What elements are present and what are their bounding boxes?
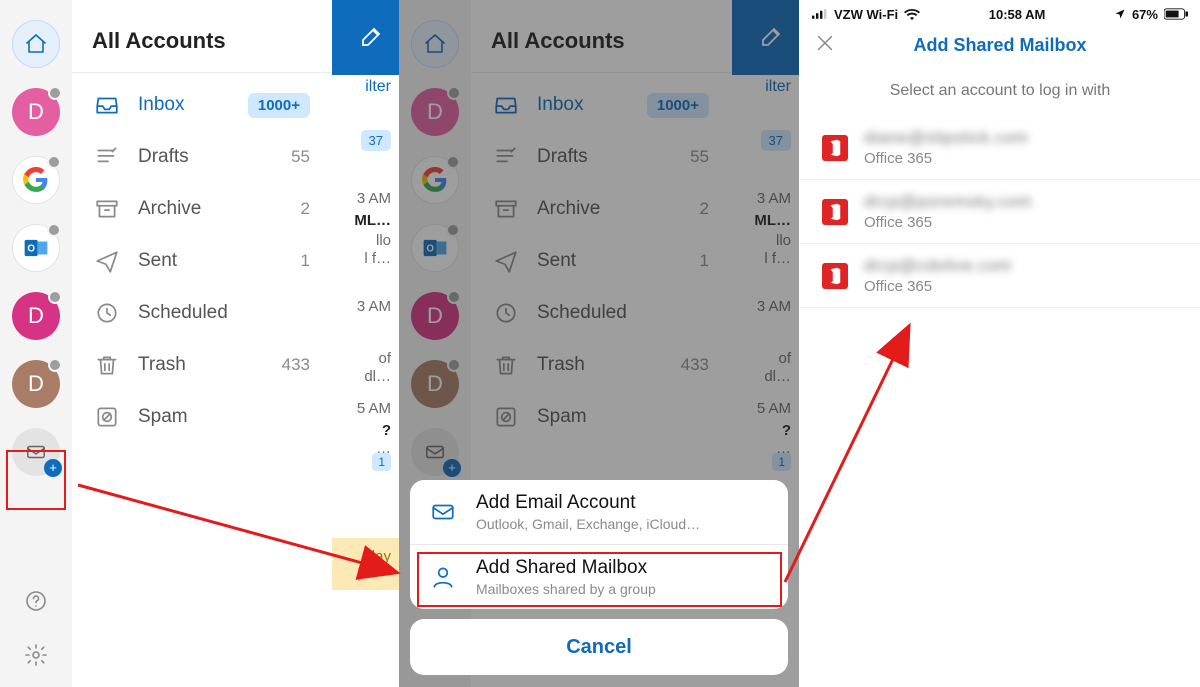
inbox-count: 1000+	[248, 93, 310, 118]
flag-icon: ⚑	[355, 565, 371, 586]
screen-1: D O D D + All Accounts Inbox 1000+ Draft…	[0, 0, 399, 687]
accounts-strip: D O D D +	[0, 0, 72, 687]
account-row[interactable]: diane@slipstick.comOffice 365	[800, 116, 1200, 180]
cancel-button[interactable]: Cancel	[410, 619, 788, 675]
spam-icon	[94, 404, 120, 430]
account-row[interactable]: drcp@cdolive.comOffice 365	[800, 244, 1200, 308]
compose-icon[interactable]	[359, 25, 383, 49]
screen-2: D O D D + All Accounts Inbox1000+ Drafts…	[399, 0, 799, 687]
signal-icon	[812, 8, 828, 20]
account-avatar[interactable]: D	[12, 88, 60, 136]
folder-drafts[interactable]: Drafts55	[72, 131, 332, 183]
office-icon	[822, 135, 848, 161]
screen-3: VZW Wi-Fi 10:58 AM 67% Add Shared Mailbo…	[800, 0, 1200, 687]
inbox-icon	[94, 92, 120, 118]
home-icon	[24, 32, 48, 56]
google-icon	[23, 167, 49, 193]
account-row[interactable]: drcp@poremsky.comOffice 365	[800, 180, 1200, 244]
archive-icon	[94, 196, 120, 222]
battery-icon	[1164, 8, 1188, 20]
account-google[interactable]	[12, 156, 60, 204]
status-time: 10:58 AM	[989, 7, 1046, 22]
outlook-icon: O	[23, 235, 49, 261]
account-avatar[interactable]: D	[12, 360, 60, 408]
folder-inbox[interactable]: Inbox 1000+	[72, 79, 332, 131]
folder-spam[interactable]: Spam	[72, 391, 332, 443]
account-home[interactable]	[12, 20, 60, 68]
folders-panel: All Accounts Inbox 1000+ Drafts55 Archiv…	[72, 0, 332, 687]
account-avatar[interactable]: D	[12, 292, 60, 340]
annotation-box	[6, 450, 66, 510]
folder-trash[interactable]: Trash433	[72, 339, 332, 391]
filter-label[interactable]: ilter	[365, 78, 391, 96]
folder-scheduled[interactable]: Scheduled	[72, 287, 332, 339]
settings-icon[interactable]	[24, 643, 48, 667]
status-bar: VZW Wi-Fi 10:58 AM 67%	[800, 0, 1200, 22]
help-icon[interactable]	[24, 589, 48, 613]
folder-archive[interactable]: Archive2	[72, 183, 332, 235]
office-icon	[822, 199, 848, 225]
folder-sent[interactable]: Sent1	[72, 235, 332, 287]
page-title: Add Shared Mailbox	[913, 35, 1086, 56]
account-outlook[interactable]: O	[12, 224, 60, 272]
count-chip: 37	[361, 130, 391, 151]
close-icon	[814, 32, 836, 54]
svg-text:O: O	[27, 243, 35, 254]
office-icon	[822, 263, 848, 289]
add-email-account-row[interactable]: Add Email AccountOutlook, Gmail, Exchang…	[410, 480, 788, 544]
mail-list-peek: ilter 37 3 AM ML… llo l f… 3 AM of dl… 5…	[332, 0, 399, 687]
clock-icon	[94, 300, 120, 326]
trash-icon	[94, 352, 120, 378]
sent-icon	[94, 248, 120, 274]
nav-bar: Add Shared Mailbox	[800, 22, 1200, 68]
page-title: All Accounts	[72, 0, 332, 72]
wifi-icon	[904, 8, 920, 20]
drafts-icon	[94, 144, 120, 170]
close-button[interactable]	[814, 32, 836, 59]
mail-icon	[428, 499, 458, 525]
hint-text: Select an account to log in with	[800, 68, 1200, 116]
annotation-box	[417, 552, 782, 607]
location-icon	[1114, 8, 1126, 20]
